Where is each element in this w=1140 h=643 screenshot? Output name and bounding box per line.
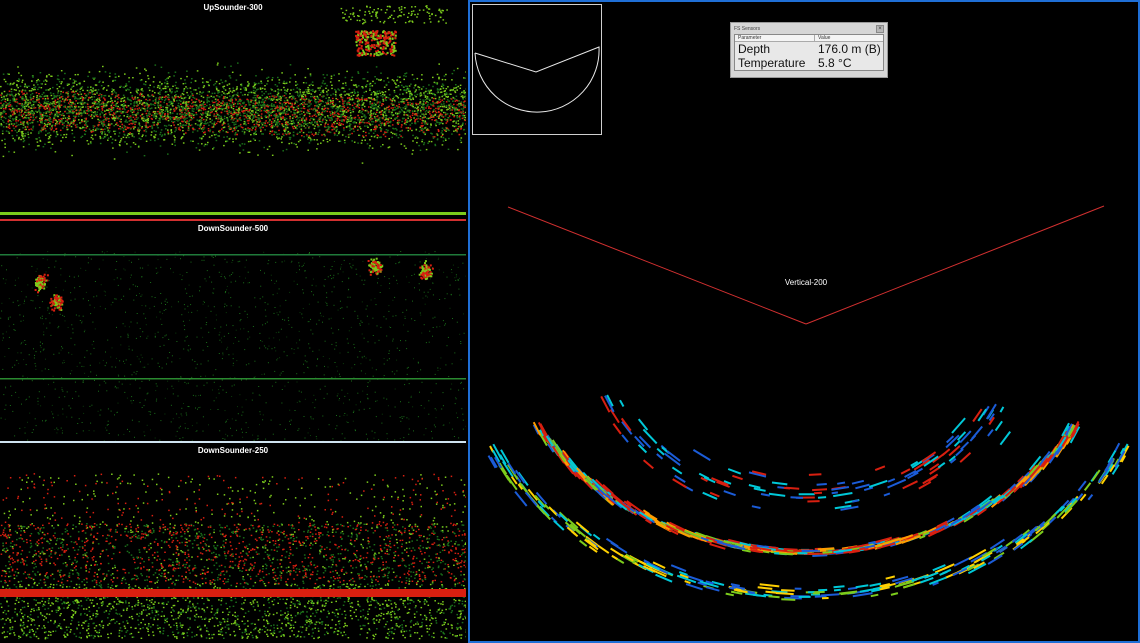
sensor-table-header: Parameter Value — [735, 35, 883, 42]
table-row[interactable]: Depth 176.0 m (B) — [735, 42, 883, 56]
beam-boundary-right — [805, 205, 1105, 325]
downsounder-250-title: DownSounder-250 — [197, 446, 269, 455]
downsounder-250-echogram[interactable] — [0, 443, 466, 643]
upsounder-title: UpSounder-300 — [203, 3, 263, 12]
vertical-title: Vertical-200 — [784, 278, 828, 287]
panel-divider-light[interactable] — [0, 441, 466, 443]
close-icon[interactable]: × — [876, 24, 884, 33]
column-header-parameter[interactable]: Parameter — [735, 35, 815, 41]
value-temperature: 5.8 °C — [818, 56, 852, 70]
downsounder-500-echogram[interactable] — [0, 221, 466, 441]
beam-fan-overview[interactable] — [472, 4, 602, 135]
panel-divider-red[interactable] — [0, 219, 466, 221]
parameter-depth: Depth — [738, 42, 771, 56]
downsounder-250-panel[interactable]: DownSounder-250 — [0, 443, 466, 643]
column-header-value[interactable]: Value — [815, 35, 830, 41]
beam-boundary-left — [507, 206, 807, 325]
value-depth: 176.0 m (B) — [818, 42, 881, 56]
parameter-temperature: Temperature — [738, 56, 806, 70]
upsounder-echogram[interactable] — [0, 0, 466, 219]
downsounder-500-title: DownSounder-500 — [197, 224, 269, 233]
sensor-table: Parameter Value Depth 176.0 m (B) Temper… — [734, 34, 884, 71]
upsounder-300-panel[interactable]: UpSounder-300 — [0, 0, 466, 219]
sensor-popup-title: FS Sensors — [734, 25, 761, 32]
sensor-popup[interactable]: FS Sensors × Parameter Value Depth 176.0… — [730, 22, 888, 78]
vertical-200-panel[interactable]: Vertical-200 FS Sensors × Parameter Valu… — [468, 0, 1140, 643]
table-row[interactable]: Temperature 5.8 °C — [735, 56, 883, 70]
sensor-popup-header[interactable]: FS Sensors × — [731, 23, 887, 34]
downsounder-500-panel[interactable]: DownSounder-500 — [0, 221, 466, 441]
fan-shape-icon — [474, 46, 600, 113]
